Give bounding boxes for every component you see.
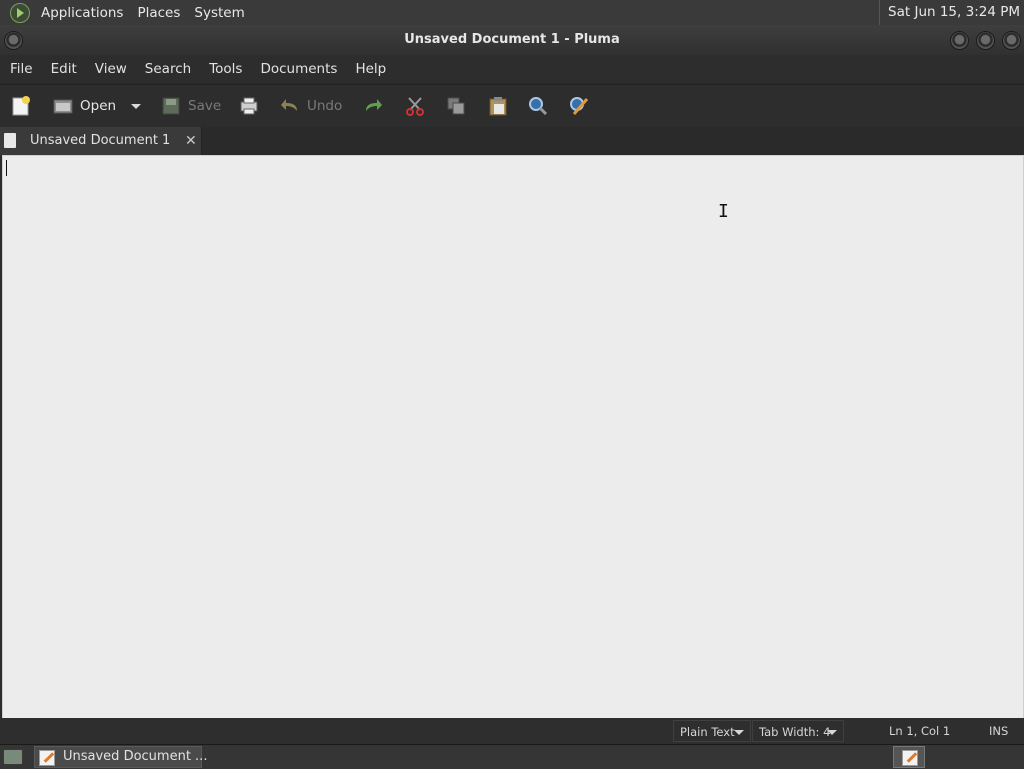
open-dropdown-icon: [131, 104, 141, 109]
cursor-position: Ln 1, Col 1: [889, 724, 951, 738]
new-document-button[interactable]: [10, 93, 32, 119]
copy-icon: [447, 97, 465, 115]
chevron-down-icon: [827, 730, 837, 735]
document-icon: [4, 133, 16, 148]
text-editor-area[interactable]: I: [2, 155, 1024, 719]
chevron-down-icon: [734, 730, 744, 735]
top-panel: Applications Places System Sat Jun 15, 3…: [0, 0, 1024, 26]
save-button[interactable]: Save: [160, 93, 221, 119]
pluma-app-icon: [39, 750, 55, 766]
open-icon: [53, 99, 73, 114]
close-window-button[interactable]: [1002, 31, 1021, 50]
applications-menu[interactable]: Applications: [34, 5, 130, 21]
pluma-tray-icon: [902, 750, 918, 766]
undo-icon: [281, 99, 297, 111]
cut-button[interactable]: [404, 93, 426, 119]
window-titlebar[interactable]: Unsaved Document 1 - Pluma: [0, 25, 1024, 55]
mate-menu-icon[interactable]: [10, 2, 30, 23]
minimize-button[interactable]: [950, 31, 969, 50]
copy-button[interactable]: [445, 93, 467, 119]
menu-help[interactable]: Help: [345, 61, 394, 77]
menu-documents[interactable]: Documents: [250, 61, 345, 77]
menu-search[interactable]: Search: [135, 61, 199, 77]
print-icon: [240, 97, 258, 115]
document-tabbar: Unsaved Document 1 ✕: [0, 127, 1024, 155]
menu-tools[interactable]: Tools: [199, 61, 250, 77]
ibeam-cursor-icon: I: [718, 201, 729, 222]
tab-close-icon[interactable]: ✕: [185, 127, 197, 155]
taskbar-window-button[interactable]: Unsaved Document ...: [34, 746, 207, 768]
window-title: Unsaved Document 1 - Pluma: [404, 32, 620, 47]
save-icon: [162, 97, 180, 115]
places-menu[interactable]: Places: [130, 5, 187, 21]
find-button[interactable]: [527, 93, 549, 119]
statusbar: Plain Text Tab Width: 4 Ln 1, Col 1 INS: [0, 718, 1024, 744]
tab-label: Unsaved Document 1: [30, 133, 171, 148]
maximize-button[interactable]: [976, 31, 995, 50]
redo-icon: [366, 99, 382, 111]
menu-file[interactable]: File: [0, 61, 41, 77]
replace-button[interactable]: [568, 93, 590, 119]
find-icon: [529, 97, 548, 116]
text-caret: [6, 160, 7, 176]
language-label: Plain Text: [680, 725, 735, 739]
insert-mode: INS: [989, 724, 1009, 738]
save-label: Save: [188, 98, 222, 114]
cut-icon: [406, 97, 424, 116]
open-button[interactable]: Open: [52, 93, 116, 119]
open-recent-dropdown[interactable]: [130, 93, 142, 119]
paste-button[interactable]: [487, 93, 509, 119]
print-button[interactable]: [238, 93, 260, 119]
redo-button[interactable]: [362, 93, 384, 119]
new-document-icon: [12, 96, 30, 116]
language-selector[interactable]: Plain Text: [673, 720, 751, 742]
undo-label: Undo: [307, 98, 343, 114]
tab-width-label: Tab Width: 4: [759, 725, 831, 739]
menu-edit[interactable]: Edit: [41, 61, 85, 77]
workspace-switcher[interactable]: [893, 746, 925, 768]
replace-icon: [570, 97, 589, 115]
bottom-panel: Unsaved Document ...: [0, 744, 1024, 769]
menubar: File Edit View Search Tools Documents He…: [0, 55, 1024, 83]
paste-icon: [489, 97, 507, 116]
taskbar-window-label: Unsaved Document ...: [63, 749, 208, 764]
undo-button[interactable]: Undo: [279, 93, 342, 119]
toolbar: Open Save Undo: [0, 84, 1024, 128]
tab-width-selector[interactable]: Tab Width: 4: [752, 720, 844, 742]
clock[interactable]: Sat Jun 15, 3:24 PM: [879, 0, 1020, 25]
system-menu[interactable]: System: [187, 5, 251, 21]
show-desktop-icon[interactable]: [3, 749, 23, 765]
menu-view[interactable]: View: [85, 61, 135, 77]
open-label: Open: [80, 98, 117, 114]
tab-unsaved-document-1[interactable]: Unsaved Document 1 ✕: [0, 127, 202, 155]
